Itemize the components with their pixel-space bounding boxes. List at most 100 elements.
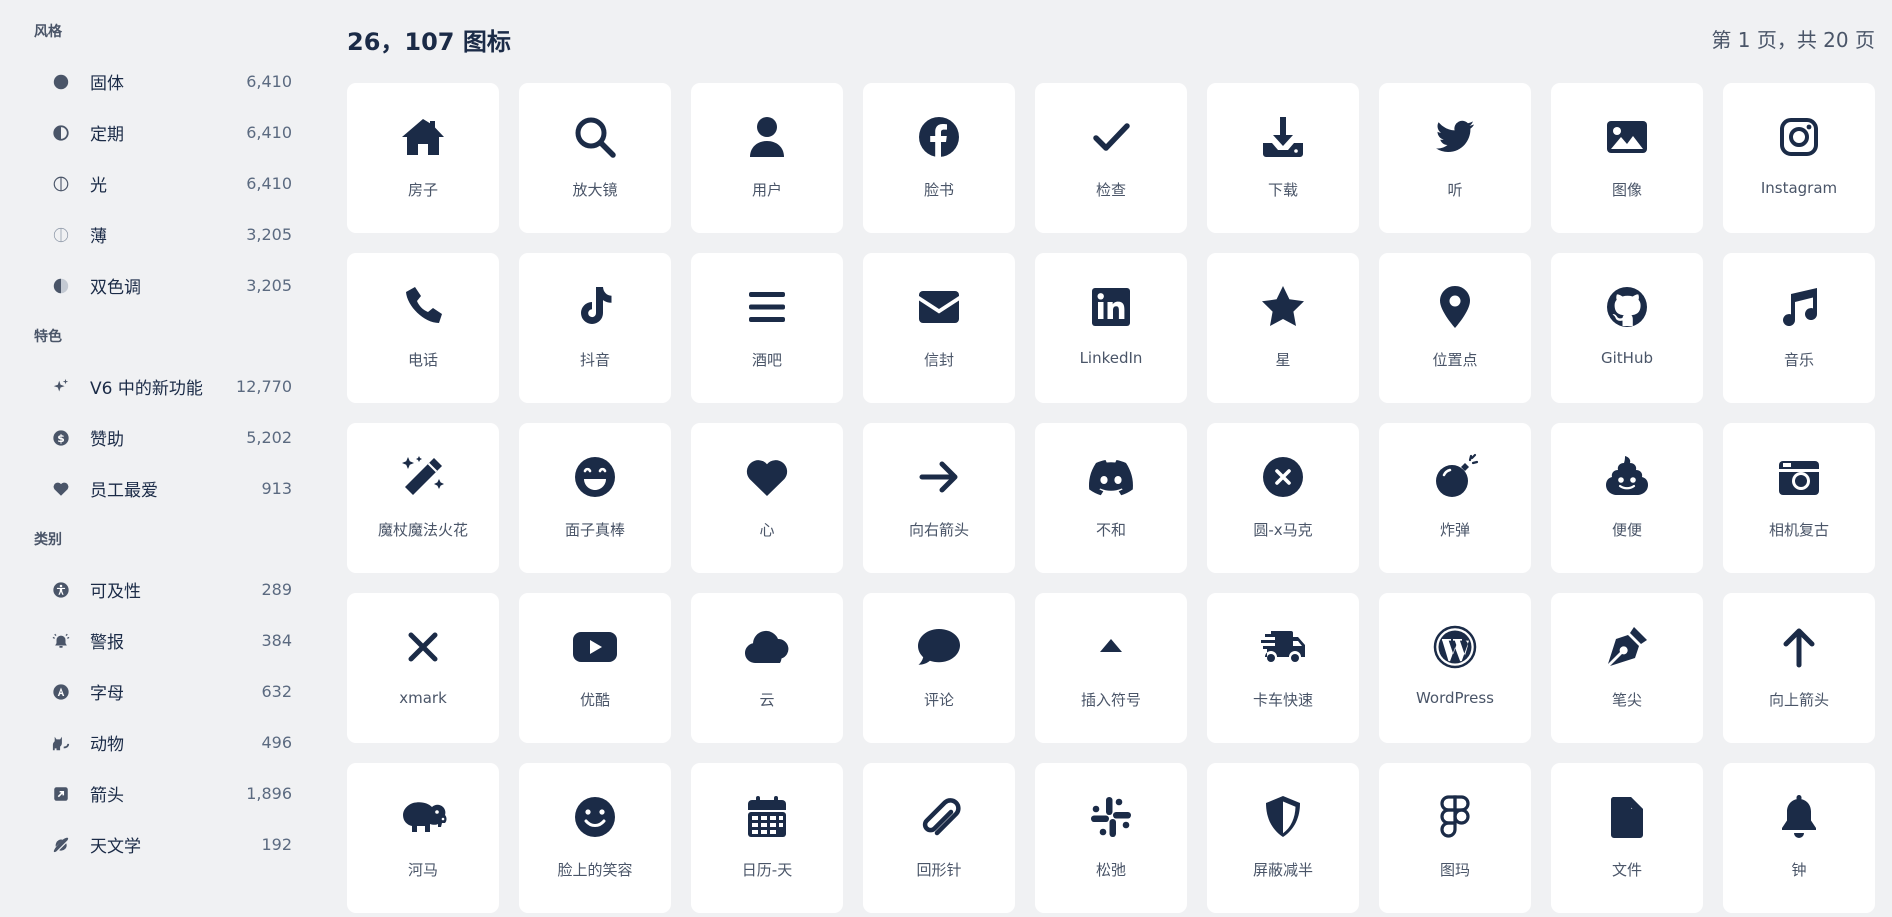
icon-card-phone[interactable]: 电话 bbox=[347, 253, 499, 403]
sidebar-item-categories-5[interactable]: 天文学 192 bbox=[34, 819, 294, 870]
icon-card-bars[interactable]: 酒吧 bbox=[691, 253, 843, 403]
icon-card-hippo[interactable]: 河马 bbox=[347, 763, 499, 913]
sidebar-item-categories-1[interactable]: 警报 384 bbox=[34, 615, 294, 666]
cat-icon bbox=[50, 732, 72, 754]
icon-card-wordpress[interactable]: WordPress bbox=[1379, 593, 1531, 743]
icon-card-label: 相机复古 bbox=[1768, 521, 1829, 539]
icon-card-label: 面子真棒 bbox=[564, 521, 625, 539]
icon-card-discord[interactable]: 不和 bbox=[1035, 423, 1187, 573]
sidebar-item-styles-1[interactable]: 定期 6,410 bbox=[34, 107, 294, 158]
icon-card-label: 听 bbox=[1447, 181, 1463, 199]
sidebar-item-features-2[interactable]: 员工最爱 913 bbox=[34, 463, 294, 514]
icon-card-comment[interactable]: 评论 bbox=[863, 593, 1015, 743]
icon-card-camera-retro[interactable]: 相机复古 bbox=[1723, 423, 1875, 573]
sidebar-item-features-1[interactable]: $ 赞助 5,202 bbox=[34, 412, 294, 463]
icon-card-instagram[interactable]: Instagram bbox=[1723, 83, 1875, 233]
sidebar-item-count: 632 bbox=[261, 682, 292, 701]
icon-card-label: 向上箭头 bbox=[1768, 691, 1829, 709]
icon-grid: 房子 放大镜 用户 脸书 检查 下载 听 图像 Instagram 电话 抖音 酒吧 信封 LinkedI… bbox=[347, 83, 1875, 913]
icon-card-label: GitHub bbox=[1601, 349, 1653, 367]
svg-text:$: $ bbox=[57, 432, 65, 445]
sidebar-item-count: 12,770 bbox=[236, 377, 292, 396]
icon-card-poo[interactable]: 便便 bbox=[1551, 423, 1703, 573]
sidebar-item-count: 5,202 bbox=[246, 428, 292, 447]
icon-card-pen-nib[interactable]: 笔尖 bbox=[1551, 593, 1703, 743]
sidebar-item-styles-2[interactable]: 光 6,410 bbox=[34, 158, 294, 209]
sidebar-item-styles-0[interactable]: 固体 6,410 bbox=[34, 56, 294, 107]
icon-card-download[interactable]: 下载 bbox=[1207, 83, 1359, 233]
github-icon bbox=[1601, 281, 1653, 333]
sidebar-item-label: V6 中的新功能 bbox=[90, 379, 203, 399]
icon-card-shield-halved[interactable]: 屏蔽减半 bbox=[1207, 763, 1359, 913]
icon-card-bomb[interactable]: 炸弹 bbox=[1379, 423, 1531, 573]
sidebar-item-label: 员工最爱 bbox=[90, 481, 158, 501]
icon-card-label: 屏蔽减半 bbox=[1252, 861, 1313, 879]
sidebar-item-count: 496 bbox=[261, 733, 292, 752]
icon-card-figma[interactable]: 图玛 bbox=[1379, 763, 1531, 913]
sidebar-item-categories-2[interactable]: 字母 632 bbox=[34, 666, 294, 717]
sidebar-item-label: 薄 bbox=[90, 227, 107, 247]
hippo-icon bbox=[397, 791, 449, 843]
face-grin-icon bbox=[569, 451, 621, 503]
icon-card-label: 星 bbox=[1275, 351, 1291, 369]
section-title-features: 特色 bbox=[34, 329, 62, 345]
icon-card-label: xmark bbox=[399, 689, 447, 707]
youtube-icon bbox=[569, 621, 621, 673]
icon-card-label: 河马 bbox=[407, 861, 438, 879]
icon-card-cloud[interactable]: 云 bbox=[691, 593, 843, 743]
sidebar-item-categories-3[interactable]: 动物 496 bbox=[34, 717, 294, 768]
circle-solid-icon bbox=[50, 71, 72, 93]
icon-card-image[interactable]: 图像 bbox=[1551, 83, 1703, 233]
icon-card-check[interactable]: 检查 bbox=[1035, 83, 1187, 233]
icon-card-circle-xmark[interactable]: 圆-x马克 bbox=[1207, 423, 1359, 573]
icon-card-arrow-right[interactable]: 向右箭头 bbox=[863, 423, 1015, 573]
icon-card-music[interactable]: 音乐 bbox=[1723, 253, 1875, 403]
icon-card-bell[interactable]: 钟 bbox=[1723, 763, 1875, 913]
icon-card-xmark[interactable]: xmark bbox=[347, 593, 499, 743]
icon-card-caret-up[interactable]: 插入符号 bbox=[1035, 593, 1187, 743]
facebook-icon bbox=[913, 111, 965, 163]
sidebar-item-categories-4[interactable]: 箭头 1,896 bbox=[34, 768, 294, 819]
icon-card-youtube[interactable]: 优酷 bbox=[519, 593, 671, 743]
icon-card-label: 脸上的笑容 bbox=[557, 861, 633, 879]
sidebar-item-label: 箭头 bbox=[90, 786, 124, 806]
comment-icon bbox=[913, 621, 965, 673]
icon-card-file[interactable]: 文件 bbox=[1551, 763, 1703, 913]
icon-card-truck-fast[interactable]: 卡车快速 bbox=[1207, 593, 1359, 743]
icon-card-magnifier[interactable]: 放大镜 bbox=[519, 83, 671, 233]
icon-card-label: 图像 bbox=[1611, 181, 1642, 199]
icon-card-calendar-days[interactable]: 日历-天 bbox=[691, 763, 843, 913]
sidebar-item-styles-4[interactable]: 双色调 3,205 bbox=[34, 260, 294, 311]
icon-card-facebook[interactable]: 脸书 bbox=[863, 83, 1015, 233]
twitter-icon bbox=[1429, 111, 1481, 163]
icon-card-location-dot[interactable]: 位置点 bbox=[1379, 253, 1531, 403]
sidebar-item-count: 6,410 bbox=[246, 174, 292, 193]
icon-card-envelope[interactable]: 信封 bbox=[863, 253, 1015, 403]
icon-card-label: 不和 bbox=[1095, 521, 1126, 539]
icon-card-label: 云 bbox=[759, 691, 775, 709]
icon-card-label: 信封 bbox=[923, 351, 954, 369]
icon-card-label: 位置点 bbox=[1432, 351, 1478, 369]
icon-card-label: 炸弹 bbox=[1439, 521, 1470, 539]
icon-card-label: 回形针 bbox=[916, 861, 962, 879]
icon-card-star[interactable]: 星 bbox=[1207, 253, 1359, 403]
bars-icon bbox=[741, 281, 793, 333]
sidebar-item-categories-0[interactable]: 可及性 289 bbox=[34, 564, 294, 615]
icon-card-face-grin[interactable]: 面子真棒 bbox=[519, 423, 671, 573]
icon-card-label: 用户 bbox=[751, 181, 782, 199]
icon-card-user[interactable]: 用户 bbox=[691, 83, 843, 233]
icon-card-face-smile[interactable]: 脸上的笑容 bbox=[519, 763, 671, 913]
icon-card-paperclip[interactable]: 回形针 bbox=[863, 763, 1015, 913]
icon-card-heart[interactable]: 心 bbox=[691, 423, 843, 573]
icon-card-linkedin[interactable]: LinkedIn bbox=[1035, 253, 1187, 403]
icon-card-slack[interactable]: 松弛 bbox=[1035, 763, 1187, 913]
icon-card-house[interactable]: 房子 bbox=[347, 83, 499, 233]
icon-card-tiktok[interactable]: 抖音 bbox=[519, 253, 671, 403]
sidebar-item-styles-3[interactable]: 薄 3,205 bbox=[34, 209, 294, 260]
icon-card-twitter[interactable]: 听 bbox=[1379, 83, 1531, 233]
icon-card-label: 松弛 bbox=[1095, 861, 1126, 879]
icon-card-github[interactable]: GitHub bbox=[1551, 253, 1703, 403]
icon-card-arrow-up[interactable]: 向上箭头 bbox=[1723, 593, 1875, 743]
sidebar-item-features-0[interactable]: V6 中的新功能 12,770 bbox=[34, 361, 294, 412]
icon-card-wand-sparkles[interactable]: 魔杖魔法火花 bbox=[347, 423, 499, 573]
